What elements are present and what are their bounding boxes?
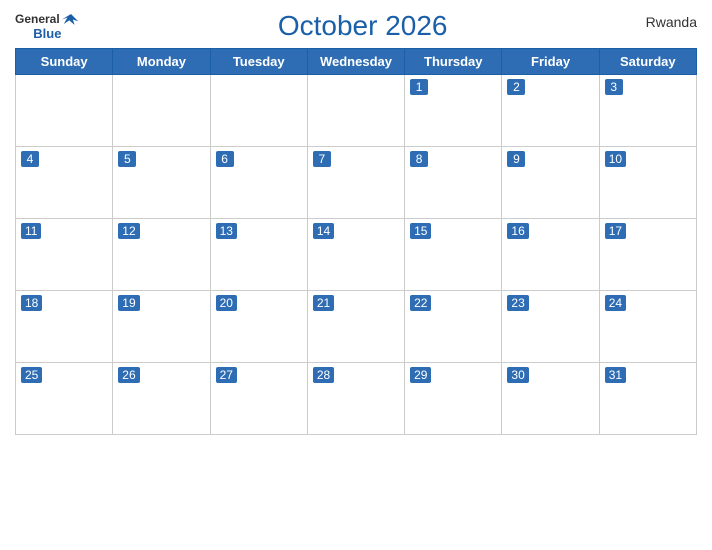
calendar-cell: 3 [599, 75, 696, 147]
day-number: 31 [605, 367, 626, 383]
header-sunday: Sunday [16, 49, 113, 75]
weekday-header-row: Sunday Monday Tuesday Wednesday Thursday… [16, 49, 697, 75]
logo-general-text: General [15, 12, 60, 26]
calendar-cell: 2 [502, 75, 599, 147]
calendar-cell: 17 [599, 219, 696, 291]
calendar-cell: 10 [599, 147, 696, 219]
day-number: 5 [118, 151, 136, 167]
day-number: 3 [605, 79, 623, 95]
day-number: 1 [410, 79, 428, 95]
calendar-cell [307, 75, 404, 147]
calendar-cell: 14 [307, 219, 404, 291]
calendar-cell: 16 [502, 219, 599, 291]
day-number: 2 [507, 79, 525, 95]
day-number: 30 [507, 367, 528, 383]
day-number: 20 [216, 295, 237, 311]
day-number: 8 [410, 151, 428, 167]
calendar-cell: 26 [113, 363, 210, 435]
generalblue-logo: General Blue [15, 12, 80, 41]
month-year-heading: October 2026 [80, 10, 646, 42]
day-number: 10 [605, 151, 626, 167]
day-number: 23 [507, 295, 528, 311]
day-number: 18 [21, 295, 42, 311]
calendar-cell: 9 [502, 147, 599, 219]
calendar-cell: 20 [210, 291, 307, 363]
day-number: 6 [216, 151, 234, 167]
day-number: 24 [605, 295, 626, 311]
calendar-cell: 19 [113, 291, 210, 363]
day-number: 12 [118, 223, 139, 239]
calendar-cell [113, 75, 210, 147]
calendar-cell: 21 [307, 291, 404, 363]
header-monday: Monday [113, 49, 210, 75]
day-number: 9 [507, 151, 525, 167]
week-row-1: 1 2 3 [16, 75, 697, 147]
week-row-2: 4 5 6 7 8 9 10 [16, 147, 697, 219]
day-number: 4 [21, 151, 39, 167]
day-number: 13 [216, 223, 237, 239]
day-number: 15 [410, 223, 431, 239]
week-row-4: 18 19 20 21 22 23 24 [16, 291, 697, 363]
calendar-header: General Blue October 2026 Rwanda [15, 10, 697, 42]
calendar-cell: 5 [113, 147, 210, 219]
day-number: 7 [313, 151, 331, 167]
day-number: 17 [605, 223, 626, 239]
calendar-cell [210, 75, 307, 147]
calendar-title: October 2026 [80, 10, 646, 42]
header-wednesday: Wednesday [307, 49, 404, 75]
logo-blue-text: Blue [33, 26, 61, 41]
calendar-page: General Blue October 2026 Rwanda Sunday … [0, 0, 712, 550]
day-number: 19 [118, 295, 139, 311]
calendar-cell: 31 [599, 363, 696, 435]
calendar-cell: 25 [16, 363, 113, 435]
calendar-cell: 6 [210, 147, 307, 219]
calendar-cell: 28 [307, 363, 404, 435]
calendar-cell: 12 [113, 219, 210, 291]
calendar-cell: 15 [405, 219, 502, 291]
day-number: 28 [313, 367, 334, 383]
calendar-cell: 29 [405, 363, 502, 435]
day-number: 29 [410, 367, 431, 383]
calendar-cell: 24 [599, 291, 696, 363]
day-number: 11 [21, 223, 41, 239]
header-thursday: Thursday [405, 49, 502, 75]
calendar-cell: 18 [16, 291, 113, 363]
day-number: 26 [118, 367, 139, 383]
header-saturday: Saturday [599, 49, 696, 75]
calendar-cell: 13 [210, 219, 307, 291]
day-number: 16 [507, 223, 528, 239]
day-number: 14 [313, 223, 334, 239]
day-number: 21 [313, 295, 334, 311]
calendar-cell: 11 [16, 219, 113, 291]
day-number: 27 [216, 367, 237, 383]
header-friday: Friday [502, 49, 599, 75]
calendar-cell: 27 [210, 363, 307, 435]
week-row-5: 25 26 27 28 29 30 31 [16, 363, 697, 435]
calendar-cell: 8 [405, 147, 502, 219]
country-label: Rwanda [646, 10, 697, 30]
calendar-cell [16, 75, 113, 147]
day-number: 22 [410, 295, 431, 311]
calendar-cell: 4 [16, 147, 113, 219]
calendar-cell: 30 [502, 363, 599, 435]
calendar-cell: 1 [405, 75, 502, 147]
header-tuesday: Tuesday [210, 49, 307, 75]
day-number: 25 [21, 367, 42, 383]
calendar-cell: 22 [405, 291, 502, 363]
logo-bird-icon [62, 12, 80, 26]
week-row-3: 11 12 13 14 15 16 17 [16, 219, 697, 291]
calendar-cell: 23 [502, 291, 599, 363]
calendar-cell: 7 [307, 147, 404, 219]
calendar-table: Sunday Monday Tuesday Wednesday Thursday… [15, 48, 697, 435]
